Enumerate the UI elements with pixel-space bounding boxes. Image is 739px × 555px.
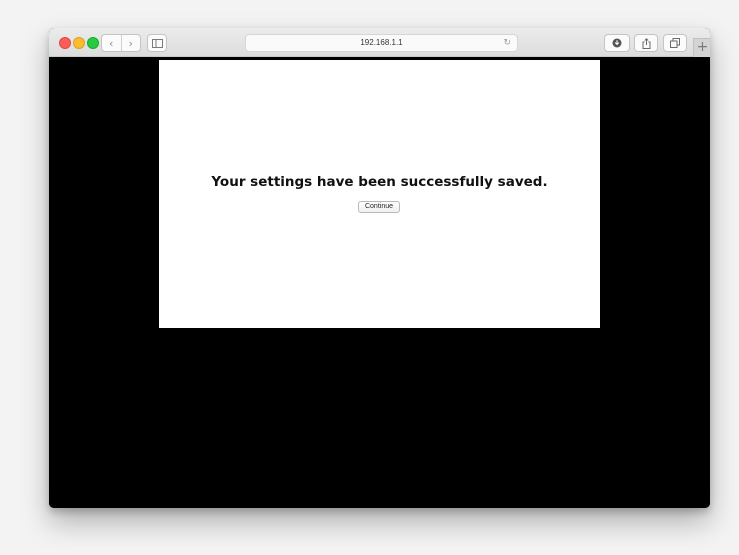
forward-button[interactable]: ›	[120, 35, 141, 51]
browser-toolbar: ‹ › 192.168.1.1 ↻ +	[49, 28, 710, 57]
close-window-button[interactable]	[59, 37, 71, 49]
address-bar[interactable]: 192.168.1.1 ↻	[245, 34, 518, 52]
sidebar-button[interactable]	[147, 34, 167, 52]
confirmation-panel: Your settings have been successfully sav…	[159, 60, 600, 328]
browser-window: ‹ › 192.168.1.1 ↻ + Your settings have b…	[49, 28, 710, 508]
address-text: 192.168.1.1	[360, 38, 403, 47]
plus-icon: +	[696, 39, 709, 55]
back-icon: ‹	[109, 36, 114, 50]
continue-button[interactable]: Continue	[358, 201, 400, 213]
share-button[interactable]	[634, 34, 658, 52]
downloads-button[interactable]	[604, 34, 630, 52]
tabs-overview-icon	[670, 38, 680, 48]
reload-icon[interactable]: ↻	[503, 35, 511, 51]
success-message: Your settings have been successfully sav…	[211, 174, 548, 190]
sidebar-icon	[151, 38, 163, 48]
new-tab-button[interactable]: +	[693, 38, 710, 57]
minimize-window-button[interactable]	[73, 37, 85, 49]
forward-icon: ›	[128, 36, 133, 50]
download-icon	[612, 38, 622, 48]
desktop-background: ‹ › 192.168.1.1 ↻ + Your settings have b…	[0, 0, 739, 555]
page-content: Your settings have been successfully sav…	[49, 57, 710, 508]
back-button[interactable]: ‹	[102, 35, 121, 51]
share-icon	[642, 37, 650, 49]
maximize-window-button[interactable]	[87, 37, 99, 49]
show-tabs-button[interactable]	[663, 34, 687, 52]
navigation-buttons: ‹ ›	[101, 34, 141, 52]
